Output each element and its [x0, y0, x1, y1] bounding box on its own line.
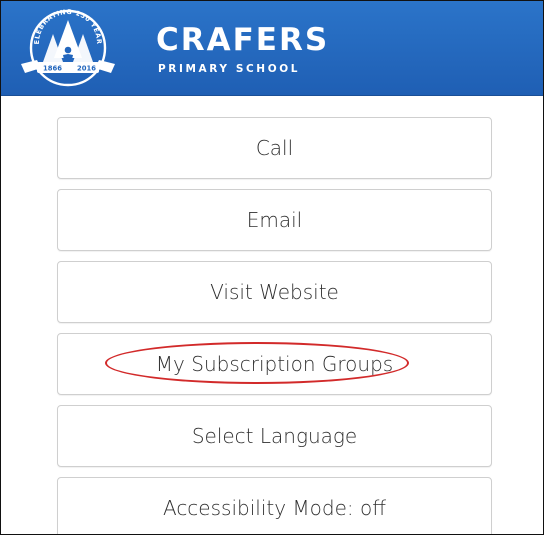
email-button[interactable]: Email: [57, 189, 492, 251]
action-menu: Call Email Visit Website My Subscription…: [57, 117, 492, 534]
call-button-label: Call: [255, 136, 294, 160]
accessibility-mode-button[interactable]: Accessibility Mode: off: [57, 477, 492, 534]
svg-text:CELEBRATING 150 YEARS: CELEBRATING 150 YEARS: [13, 6, 103, 45]
select-language-button[interactable]: Select Language: [57, 405, 492, 467]
call-button[interactable]: Call: [57, 117, 492, 179]
logo-badge-text: CELEBRATING 150 YEARS: [10, 1, 102, 45]
accessibility-mode-button-label: Accessibility Mode: off: [162, 496, 387, 520]
logo-year-start: 1866: [43, 65, 62, 73]
select-language-button-label: Select Language: [191, 424, 358, 448]
school-logo: CELEBRATING 150 YEARS 1866 2016: [10, 1, 123, 90]
app-header: CELEBRATING 150 YEARS 1866 2016: [1, 1, 543, 96]
logo-year-end: 2016: [77, 65, 96, 73]
app-window: CELEBRATING 150 YEARS 1866 2016: [0, 0, 544, 535]
visit-website-button-label: Visit Website: [210, 280, 339, 304]
visit-website-button[interactable]: Visit Website: [57, 261, 492, 323]
school-subtitle: PRIMARY SCHOOL: [158, 63, 301, 75]
my-subscription-groups-button-label: My Subscription Groups: [155, 352, 394, 376]
school-name: CRAFERS: [156, 22, 330, 58]
school-logo-icon: CELEBRATING 150 YEARS 1866 2016: [10, 1, 115, 87]
my-subscription-groups-button[interactable]: My Subscription Groups: [57, 333, 492, 395]
email-button-label: Email: [246, 208, 303, 232]
